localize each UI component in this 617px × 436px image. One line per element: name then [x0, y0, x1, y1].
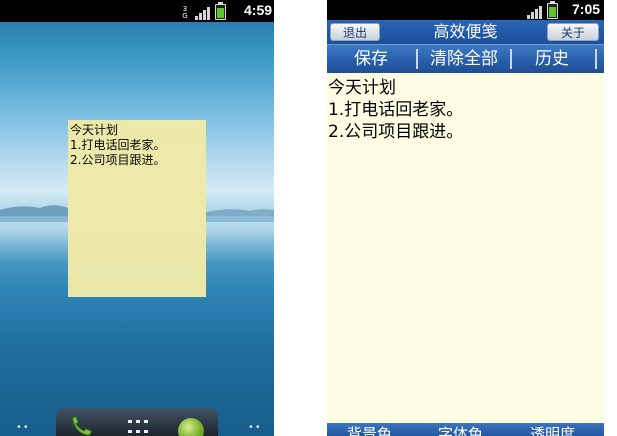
title-bar: 高效便笺 退出 关于 — [327, 20, 604, 44]
phone-icon[interactable] — [70, 416, 96, 436]
app-grid-icon[interactable] — [126, 420, 150, 436]
network-3g-icon: 3G — [182, 5, 188, 20]
editor-line-1: 今天计划 — [328, 78, 396, 98]
signal-icon — [527, 6, 542, 19]
home-screen: 3G 4:59 今天计划 1.打电话回老家。 2.公司项目跟进。 •• •• — [0, 0, 274, 436]
note-editor[interactable]: 今天计划 1.打电话回老家。 2.公司项目跟进。 — [327, 73, 604, 423]
status-time: 4:59 — [244, 2, 273, 18]
status-time: 7:05 — [572, 1, 601, 17]
bottom-bar: 背景色 字体色 透明度 — [327, 423, 604, 436]
battery-icon — [215, 2, 226, 20]
note-line-2: 1.打电话回老家。 — [70, 138, 166, 152]
exit-button[interactable]: 退出 — [330, 23, 380, 41]
page-indicator-right[interactable]: •• — [248, 422, 262, 433]
sticky-note-widget[interactable]: 今天计划 1.打电话回老家。 2.公司项目跟进。 — [68, 120, 206, 297]
status-bar: 7:05 — [327, 0, 604, 20]
toolbar-separator — [416, 49, 418, 69]
notes-app-screen: 7:05 高效便笺 退出 关于 保存 清除全部 历史 今天计划 1.打电话回老家… — [327, 0, 604, 436]
note-line-1: 今天计划 — [70, 123, 119, 137]
note-line-3: 2.公司项目跟进。 — [70, 153, 166, 167]
dock — [56, 408, 218, 436]
page-indicator-left[interactable]: •• — [16, 422, 30, 433]
divider — [274, 0, 327, 436]
about-button[interactable]: 关于 — [547, 23, 599, 41]
toolbar: 保存 清除全部 历史 — [327, 44, 604, 73]
background-color-button[interactable]: 背景色 — [347, 425, 392, 436]
page-edge — [604, 0, 617, 436]
toolbar-separator — [595, 49, 597, 69]
battery-icon — [547, 1, 558, 19]
status-bar: 3G 4:59 — [0, 0, 274, 22]
font-color-button[interactable]: 字体色 — [438, 425, 483, 436]
save-button[interactable]: 保存 — [327, 45, 415, 73]
editor-line-2: 1.打电话回老家。 — [328, 100, 464, 120]
history-button[interactable]: 历史 — [513, 45, 591, 73]
transparency-button[interactable]: 透明度 — [530, 425, 575, 436]
toolbar-separator — [510, 49, 512, 69]
clear-all-button[interactable]: 清除全部 — [419, 45, 509, 73]
browser-icon[interactable] — [178, 418, 204, 436]
editor-line-3: 2.公司项目跟进。 — [328, 122, 464, 142]
signal-icon — [195, 7, 210, 20]
